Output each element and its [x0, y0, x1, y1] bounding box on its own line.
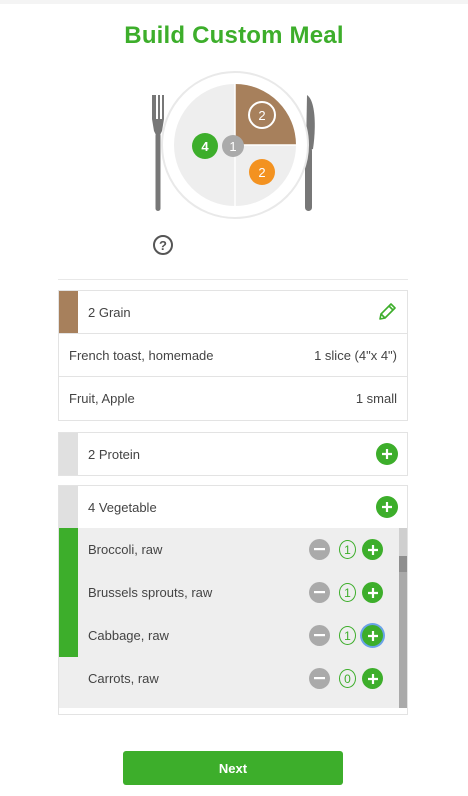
grain-count-text: 2 [258, 108, 265, 123]
selected-indicator [59, 571, 78, 614]
list-item: Cabbage, raw 1 [59, 614, 407, 657]
scrollbar-track [399, 528, 407, 556]
scrollbar-thumb[interactable] [399, 556, 407, 572]
plus-icon [376, 496, 398, 518]
vegetable-name: Broccoli, raw [88, 542, 163, 557]
plus-icon [367, 673, 378, 684]
minus-icon [314, 548, 325, 551]
quantity-value: 1 [339, 626, 356, 645]
protein-group-header[interactable]: 2 Protein [59, 433, 407, 475]
list-item: Broccoli, raw 1 [59, 528, 407, 571]
protein-color-swatch [59, 433, 78, 475]
pencil-icon [379, 303, 396, 320]
grain-food-row[interactable]: Fruit, Apple 1 small [59, 376, 407, 419]
plus-icon [367, 544, 378, 555]
minus-icon [314, 634, 325, 637]
quantity-stepper: 1 [309, 625, 383, 646]
protein-count-text: 2 [258, 165, 265, 180]
grain-color-swatch [59, 291, 78, 333]
list-item: Brussels sprouts, raw 1 [59, 571, 407, 614]
grain-group-card: 2 Grain French toast, homemade 1 slice (… [58, 290, 408, 421]
next-button[interactable]: Next [123, 751, 343, 785]
protein-group-label: 2 Protein [88, 446, 141, 462]
vegetable-group-header[interactable]: 4 Vegetable [59, 486, 407, 528]
vegetable-count-text: 4 [201, 139, 209, 154]
increment-button[interactable] [362, 625, 383, 646]
plus-icon [367, 587, 378, 598]
food-amount: 1 slice (4"x 4") [314, 347, 397, 363]
food-name: French toast, homemade [69, 347, 214, 363]
selected-indicator [59, 657, 78, 700]
food-name: Fruit, Apple [69, 390, 135, 406]
center-count-text: 1 [229, 139, 236, 154]
quantity-stepper: 1 [309, 539, 383, 560]
quantity-stepper: 1 [309, 582, 383, 603]
add-vegetable-button[interactable] [376, 496, 398, 518]
food-amount: 1 small [355, 390, 397, 406]
minus-icon [314, 591, 325, 594]
scrollbar[interactable] [399, 528, 407, 708]
plus-icon [367, 630, 378, 641]
minus-icon [314, 677, 325, 680]
plate-graphic: 2 4 1 2 [152, 71, 315, 219]
decrement-button[interactable] [309, 625, 330, 646]
increment-button[interactable] [362, 539, 383, 560]
quantity-stepper: 0 [309, 668, 383, 689]
page-title: Build Custom Meal [124, 22, 344, 49]
quantity-value: 1 [339, 540, 356, 559]
help-button[interactable]: ? [153, 235, 173, 255]
quantity-value: 0 [339, 669, 356, 688]
vegetable-group-label: 4 Vegetable [88, 499, 157, 515]
divider [58, 279, 408, 280]
decrement-button[interactable] [309, 668, 330, 689]
plus-icon [376, 443, 398, 465]
increment-button[interactable] [362, 582, 383, 603]
grain-group-label: 2 Grain [88, 304, 131, 320]
selected-indicator [59, 614, 78, 657]
vegetable-name: Cabbage, raw [88, 628, 169, 643]
protein-group-card: 2 Protein [58, 432, 408, 476]
grain-group-header[interactable]: 2 Grain [59, 291, 407, 333]
vegetable-list[interactable]: Broccoli, raw 1 Brussels sprouts, raw 1 … [59, 528, 407, 708]
vegetable-name: Carrots, raw [88, 671, 159, 686]
decrement-button[interactable] [309, 582, 330, 603]
decrement-button[interactable] [309, 539, 330, 560]
edit-grain-button[interactable] [376, 301, 398, 323]
increment-button[interactable] [362, 668, 383, 689]
vegetable-name: Brussels sprouts, raw [88, 585, 213, 600]
quantity-value: 1 [339, 583, 356, 602]
help-icon: ? [159, 237, 167, 253]
vegetable-group-card: 4 Vegetable Broccoli, raw 1 Brussels spr… [58, 485, 408, 715]
list-item: Carrots, raw 0 [59, 657, 407, 700]
add-protein-button[interactable] [376, 443, 398, 465]
grain-food-row[interactable]: French toast, homemade 1 slice (4"x 4") [59, 333, 407, 376]
selected-indicator [59, 528, 78, 571]
vegetable-color-swatch [59, 486, 78, 528]
